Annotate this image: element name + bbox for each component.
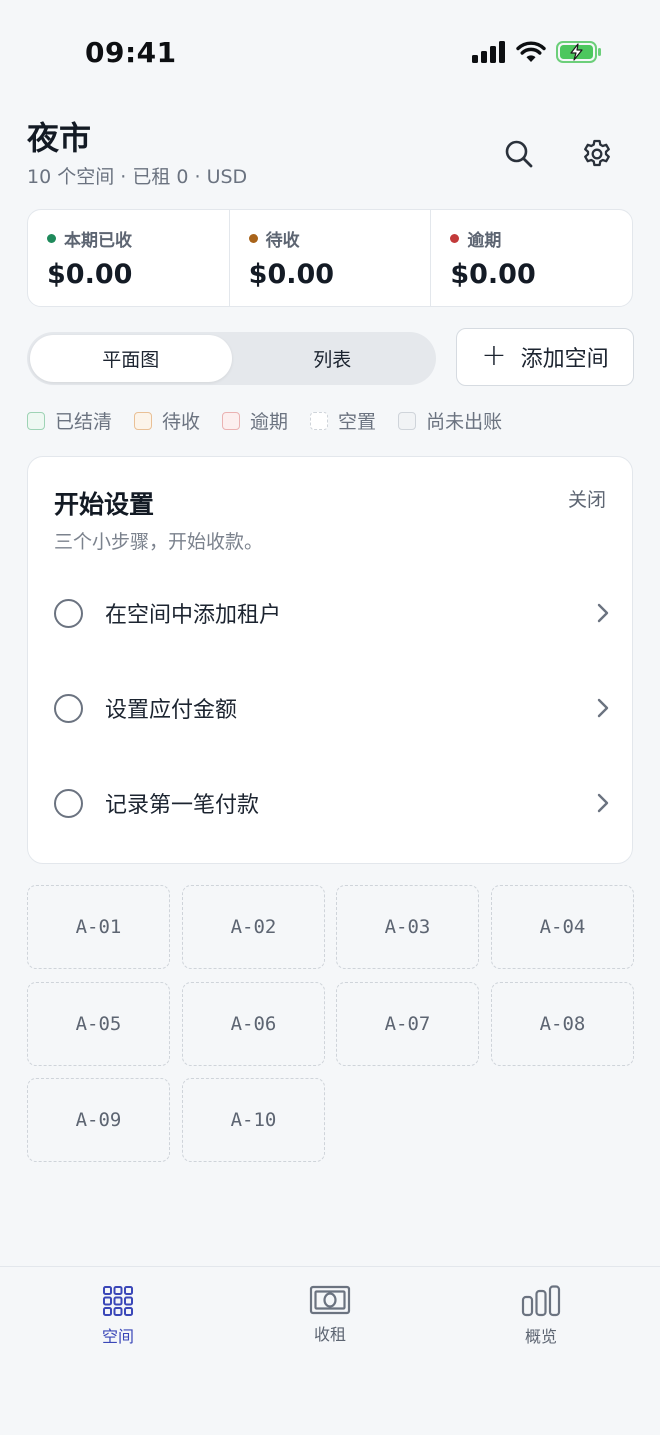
stat-value: $0.00 [248,259,335,290]
space-tile[interactable]: A-09 [27,1078,170,1162]
stat-value: $0.00 [450,259,536,290]
space-tile[interactable]: A-06 [182,982,325,1066]
page-subtitle: 10 个空间 · 已租 0 · USD [27,166,248,188]
step-label: 在空间中添加租户 [105,603,282,628]
setup-close-button[interactable]: 关闭 [568,485,606,512]
legend-item: 已结清 [27,407,112,434]
cash-icon [309,1285,351,1315]
tab-collect-rent[interactable]: 收租 [270,1285,390,1345]
step-label: 记录第一笔付款 [105,793,260,818]
header: 夜市 10 个空间 · 已租 0 · USD [27,118,633,198]
status-dot-orange [248,234,258,243]
status-icons [472,40,602,64]
stat-pending-label-row: 待收 [248,226,431,251]
stat-label: 本期已收 [64,231,132,251]
add-space-button[interactable]: + 添加空间 [456,328,634,386]
status-time: 09:41 [85,36,177,69]
battery-charging-icon [556,41,601,63]
legend-swatch-pending [134,411,153,430]
stat-value: $0.00 [47,259,133,290]
status-dot-red [450,234,460,243]
toggle-floor-plan[interactable]: 平面图 [30,335,232,382]
legend-label: 逾期 [250,411,289,433]
search-button[interactable] [497,132,541,176]
step-label: 设置应付金额 [105,698,238,723]
toggle-list[interactable]: 列表 [232,335,434,382]
summary-card: 本期已收 $0.00 待收 $0.00 逾期 $0.00 [27,209,633,307]
stat-label: 逾期 [467,231,502,251]
legend-swatch-overdue [222,411,241,430]
tab-spaces[interactable]: 空间 [58,1285,178,1347]
step-circle-icon [54,598,83,628]
setup-step-set-amount[interactable]: 设置应付金额 [54,680,610,736]
space-tile[interactable]: A-10 [182,1078,325,1162]
legend-swatch-unbilled [398,411,417,430]
setup-step-add-tenant[interactable]: 在空间中添加租户 [54,585,610,641]
settings-button[interactable] [575,132,619,176]
view-toggle: 平面图 列表 [27,332,436,385]
tab-overview[interactable]: 概览 [481,1285,601,1347]
legend-item: 空置 [310,407,376,434]
legend-item: 待收 [134,407,200,434]
grid-icon [103,1286,133,1316]
page-title: 夜市 [27,119,92,157]
stat-label: 待收 [265,231,300,251]
setup-step-record-payment[interactable]: 记录第一笔付款 [54,775,610,831]
cellular-signal-icon [472,41,505,63]
chevron-right-icon [597,698,609,718]
legend-item: 逾期 [222,407,288,434]
status-bar: 09:41 [0,0,660,100]
plus-icon: + [481,337,507,373]
bar-chart-icon [521,1285,561,1317]
stat-overdue: 逾期 $0.00 [431,210,632,306]
search-icon [505,140,533,168]
legend-item: 尚未出账 [398,407,502,434]
setup-card: 开始设置 关闭 三个小步骤，开始收款。 在空间中添加租户 设置应付金额 记录第一… [27,456,633,864]
stat-collected: 本期已收 $0.00 [28,210,230,306]
step-circle-icon [54,788,83,818]
space-tile[interactable]: A-07 [336,982,479,1066]
space-tile[interactable]: A-04 [491,885,634,969]
tab-bar: 空间 收租 概览 [0,1266,660,1435]
setup-subtitle: 三个小步骤，开始收款。 [54,531,264,553]
space-tile[interactable]: A-03 [336,885,479,969]
stat-overdue-label-row: 逾期 [450,226,632,251]
gear-icon [584,139,610,167]
legend-label: 已结清 [55,411,113,433]
tab-label: 空间 [101,1327,134,1346]
setup-title: 开始设置 [54,490,155,519]
legend-label: 空置 [338,411,377,433]
chevron-right-icon [597,793,609,813]
tab-label: 收租 [313,1325,346,1344]
legend-swatch-paid [27,411,45,430]
legend-label: 待收 [162,411,201,433]
space-tile[interactable]: A-05 [27,982,170,1066]
space-tile[interactable]: A-08 [491,982,634,1066]
stat-collected-label-row: 本期已收 [47,226,229,251]
space-tile[interactable]: A-02 [182,885,325,969]
legend-label: 尚未出账 [426,411,503,433]
space-tile[interactable]: A-01 [27,885,170,969]
status-dot-green [47,234,56,243]
chevron-right-icon [597,603,609,623]
status-legend: 已结清 待收 逾期 空置 尚未出账 [27,407,524,434]
tab-label: 概览 [524,1327,557,1346]
step-circle-icon [54,693,83,723]
legend-swatch-vacant [310,411,329,430]
stat-pending: 待收 $0.00 [230,210,432,306]
add-space-label: 添加空间 [520,347,609,372]
wifi-icon [516,41,546,62]
